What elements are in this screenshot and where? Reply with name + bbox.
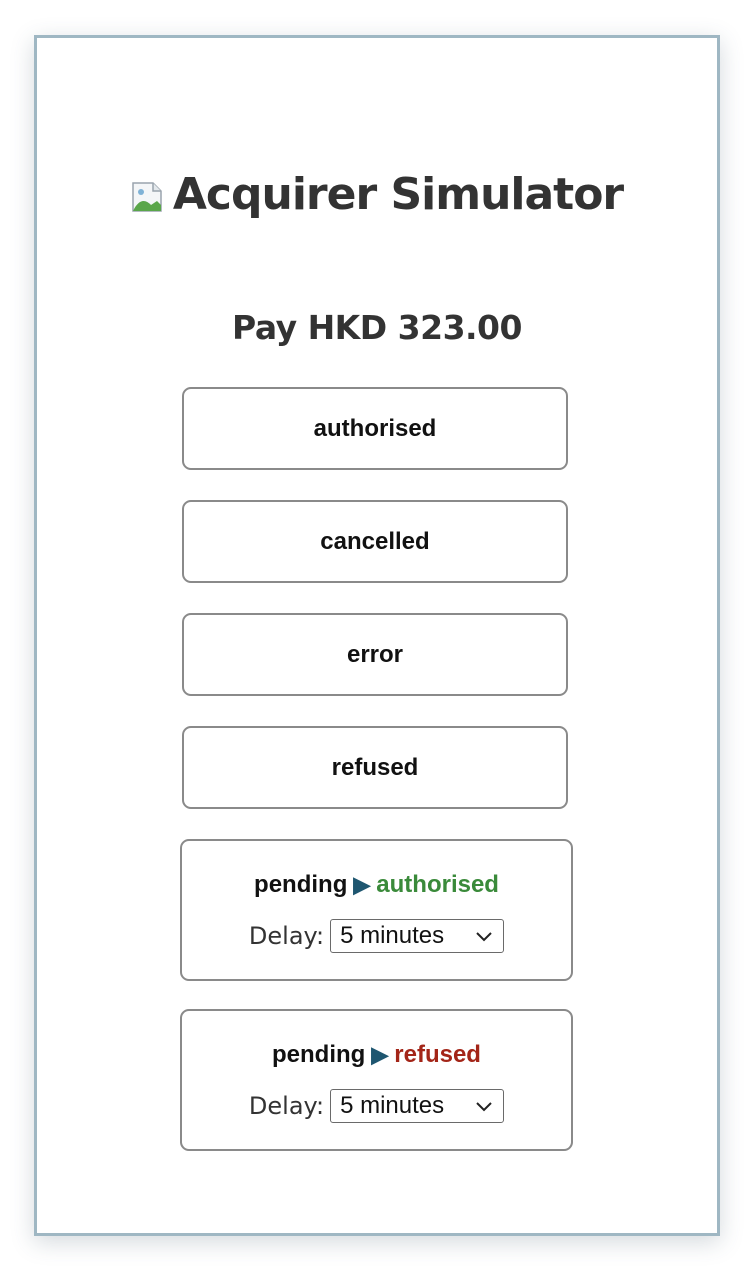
outcome-refused-label: refused <box>394 1041 481 1068</box>
delay-select-authorised[interactable]: 5 minutes <box>330 919 505 953</box>
payment-amount: Pay HKD 323.00 <box>232 308 522 347</box>
delay-select-refused[interactable]: 5 minutes <box>330 1089 505 1123</box>
refused-button[interactable]: refused <box>182 726 568 809</box>
chevron-down-icon <box>476 932 492 942</box>
page-title: Acquirer Simulator <box>172 168 624 220</box>
pending-authorised-option: pending ▶ authorised Delay: 5 minutes <box>180 839 573 981</box>
pending-refused-option: pending ▶ refused Delay: 5 minutes <box>180 1009 573 1151</box>
header: Acquirer Simulator <box>37 166 717 222</box>
delay-label: Delay: <box>248 1092 325 1120</box>
outcome-authorised-label: authorised <box>376 871 499 898</box>
delay-row: Delay: 5 minutes <box>182 919 571 953</box>
delay-row: Delay: 5 minutes <box>182 1089 571 1123</box>
pending-label: pending <box>254 871 348 898</box>
delay-select-value: 5 minutes <box>340 1092 445 1119</box>
simulator-card: Acquirer Simulator Pay HKD 323.00 author… <box>34 35 720 1236</box>
delay-label: Delay: <box>248 922 325 950</box>
chevron-down-icon <box>476 1102 492 1112</box>
pending-refused-button[interactable]: pending ▶ refused <box>182 1041 571 1069</box>
authorised-button[interactable]: authorised <box>182 387 568 470</box>
pending-label: pending <box>272 1041 366 1068</box>
play-arrow-icon: ▶ <box>353 872 371 897</box>
cancelled-button[interactable]: cancelled <box>182 500 568 583</box>
pending-authorised-button[interactable]: pending ▶ authorised <box>182 871 571 899</box>
error-button[interactable]: error <box>182 613 568 696</box>
broken-image-icon <box>131 181 163 213</box>
play-arrow-icon: ▶ <box>371 1042 389 1067</box>
delay-select-value: 5 minutes <box>340 922 445 949</box>
